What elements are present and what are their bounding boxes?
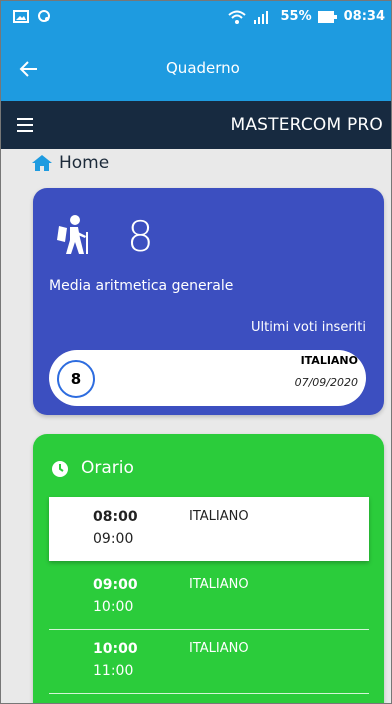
phone-screen: 55% 08:34 Quaderno MASTERCOM PRO Home 8 … xyxy=(0,0,392,704)
schedule-card[interactable]: Orario 08:00 09:00 ITALIANO 09:00 10:00 … xyxy=(33,434,384,703)
average-card[interactable]: 8 Media aritmetica generale Ultimi voti … xyxy=(33,188,384,415)
breadcrumb[interactable]: Home xyxy=(31,153,109,173)
page-title: Quaderno xyxy=(166,59,240,77)
schedule-slot-0900[interactable]: 09:00 10:00 ITALIANO xyxy=(49,565,369,630)
slot-start-time: 09:00 xyxy=(93,577,138,593)
average-value: 8 xyxy=(127,212,154,261)
average-label: Media aritmetica generale xyxy=(49,278,234,294)
last-votes-label: Ultimi voti inseriti xyxy=(250,320,366,335)
signal-icon xyxy=(254,10,269,24)
home-icon xyxy=(32,155,52,171)
battery-percent: 55% xyxy=(280,9,312,24)
app-header: MASTERCOM PRO xyxy=(1,101,391,149)
schedule-slot-1000[interactable]: 10:00 11:00 ITALIANO xyxy=(49,629,369,694)
battery-icon xyxy=(317,10,337,23)
notification-circle-icon xyxy=(38,10,50,22)
vote-date: 07/09/2020 xyxy=(294,376,358,389)
wifi-icon xyxy=(228,10,247,24)
vote-grade-badge: 8 xyxy=(57,360,95,398)
last-vote-item[interactable]: 8 ITALIANO 07/09/2020 xyxy=(49,350,366,406)
slot-end-time: 10:00 xyxy=(93,599,134,615)
slot-start-time: 08:00 xyxy=(93,509,138,525)
app-bar: Quaderno xyxy=(1,39,391,101)
status-bar: 55% 08:34 xyxy=(1,1,391,39)
back-arrow-icon[interactable] xyxy=(17,57,41,81)
slot-subject: ITALIANO xyxy=(189,641,249,656)
schedule-title: Orario xyxy=(81,458,134,478)
hiker-icon xyxy=(57,215,88,254)
slot-subject: ITALIANO xyxy=(189,509,249,524)
schedule-slot-0800[interactable]: 08:00 09:00 ITALIANO xyxy=(49,497,369,561)
brand-title: MASTERCOM PRO xyxy=(230,115,383,135)
slot-subject: ITALIANO xyxy=(189,577,249,592)
slot-end-time: 11:00 xyxy=(93,663,134,679)
breadcrumb-home-label: Home xyxy=(59,153,110,173)
vote-subject: ITALIANO xyxy=(300,354,358,367)
slot-start-time: 10:00 xyxy=(93,641,138,657)
slot-end-time: 09:00 xyxy=(93,531,134,547)
clock-icon xyxy=(52,461,68,477)
menu-icon[interactable] xyxy=(17,118,33,132)
clock-time: 08:34 xyxy=(343,9,385,24)
gallery-notification-icon xyxy=(13,9,29,23)
